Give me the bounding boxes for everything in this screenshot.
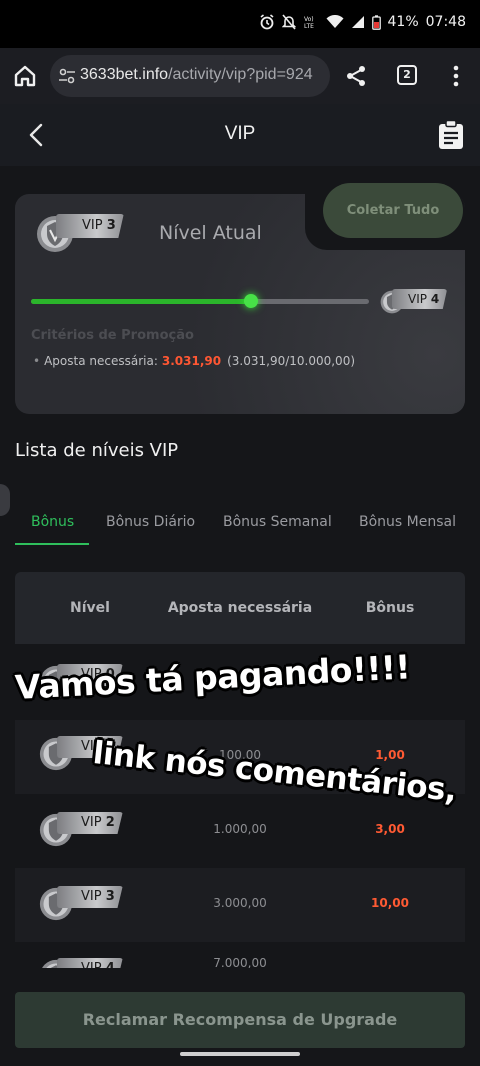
browser-toolbar: 3633bet.info/activity/vip?pid=924 2 bbox=[0, 48, 480, 104]
current-level-label: Nível Atual bbox=[159, 222, 262, 244]
vip-number: 3 bbox=[105, 889, 115, 904]
more-options-icon[interactable] bbox=[446, 64, 466, 88]
row-bonus: 3,00 bbox=[375, 822, 405, 836]
gesture-home-indicator bbox=[180, 1052, 300, 1056]
tab-bonus[interactable]: Bônus bbox=[31, 514, 74, 530]
battery-percent: 41% bbox=[387, 14, 419, 30]
row-bonus: 10,00 bbox=[371, 896, 409, 910]
vip-label: VIP bbox=[81, 815, 102, 830]
tab-switcher-button[interactable]: 2 bbox=[397, 65, 417, 85]
row-level-pill: VIP 2 bbox=[57, 812, 123, 834]
bullet: • bbox=[33, 354, 41, 368]
header-level: Nível bbox=[70, 600, 110, 616]
table-row: VIP 3 3.000,00 10,00 bbox=[15, 868, 465, 942]
vip-levels-list-title: Lista de níveis VIP bbox=[15, 440, 179, 461]
svg-text:Vo): Vo) bbox=[304, 16, 314, 23]
next-level-pill: VIP 4 bbox=[392, 289, 448, 309]
table-row: VIP 2 1.000,00 3,00 bbox=[15, 794, 465, 868]
url-path: /activity/vip?pid=924 bbox=[168, 66, 313, 83]
signal-icon bbox=[351, 16, 364, 28]
home-icon[interactable] bbox=[12, 63, 38, 89]
status-bar: Vo) LTE 41% 07:48 bbox=[0, 0, 480, 48]
tab-weekly-bonus[interactable]: Bônus Semanal bbox=[223, 514, 332, 530]
current-level-badge: VIP 3 bbox=[36, 214, 124, 252]
tab-daily-bonus[interactable]: Bônus Diário bbox=[106, 514, 195, 530]
table-header: Nível Aposta necessária Bônus bbox=[15, 572, 465, 644]
svg-text:LTE: LTE bbox=[304, 23, 314, 30]
vip-number: 3 bbox=[106, 218, 116, 233]
wifi-icon bbox=[326, 15, 344, 28]
progress-knob bbox=[243, 294, 258, 308]
bet-required-label: Aposta necessária: bbox=[44, 354, 158, 368]
url-domain: 3633bet.info bbox=[80, 66, 169, 83]
side-drawer-handle[interactable] bbox=[0, 484, 10, 516]
clipboard-icon[interactable] bbox=[438, 120, 464, 150]
url-text: 3633bet.info/activity/vip?pid=924 bbox=[80, 66, 313, 84]
alarm-icon bbox=[260, 14, 274, 30]
status-icons: Vo) LTE 41% 07:48 bbox=[259, 14, 466, 30]
claim-upgrade-reward-button[interactable]: Reclamar Recompensa de Upgrade bbox=[15, 992, 465, 1048]
row-level-badge: VIP 2 bbox=[39, 812, 123, 847]
bonus-tabs: Bônus Bônus Diário Bônus Semanal Bônus M… bbox=[15, 498, 480, 546]
battery-icon bbox=[371, 14, 381, 30]
collect-all-button[interactable]: Coletar Tudo bbox=[323, 183, 463, 238]
header-bonus: Bônus bbox=[365, 600, 415, 616]
bet-progress-value: (3.031,90/10.000,00) bbox=[227, 354, 356, 368]
bet-requirement-line: • Aposta necessária: 3.031,90 (3.031,90/10.… bbox=[33, 354, 355, 368]
row-bet-required: 1.000,00 bbox=[213, 822, 267, 836]
header-bet-required: Aposta necessária bbox=[167, 600, 313, 616]
mute-icon bbox=[281, 14, 296, 30]
row-bet-required: 3.000,00 bbox=[213, 896, 267, 910]
page-title: VIP bbox=[224, 123, 256, 144]
progress-fill bbox=[31, 299, 251, 304]
current-level-pill: VIP 3 bbox=[56, 214, 124, 238]
vip-label: VIP bbox=[408, 292, 427, 306]
vip-number: 4 bbox=[430, 292, 440, 306]
active-tab-indicator bbox=[15, 543, 89, 545]
volte-icon: Vo)LTE bbox=[304, 16, 314, 30]
address-bar[interactable]: 3633bet.info/activity/vip?pid=924 bbox=[50, 55, 330, 97]
share-icon[interactable] bbox=[344, 64, 368, 88]
vip-label: VIP bbox=[82, 218, 103, 233]
row-level-badge: VIP 3 bbox=[39, 886, 123, 921]
row-bonus: 1,00 bbox=[375, 748, 405, 762]
page-header: VIP bbox=[0, 104, 480, 166]
row-level-pill: VIP 3 bbox=[57, 886, 123, 908]
bet-current-value: 3.031,90 bbox=[161, 354, 222, 368]
clock: 07:48 bbox=[425, 14, 466, 30]
tab-monthly-bonus[interactable]: Bônus Mensal bbox=[359, 514, 456, 530]
promotion-criteria-title: Critérios de Promoção bbox=[31, 328, 194, 343]
next-level-badge: VIP 4 bbox=[380, 289, 448, 314]
progress-bar bbox=[31, 294, 369, 308]
vip-label: VIP bbox=[81, 889, 102, 904]
site-settings-icon[interactable] bbox=[58, 67, 76, 85]
vip-number: 2 bbox=[105, 815, 115, 830]
